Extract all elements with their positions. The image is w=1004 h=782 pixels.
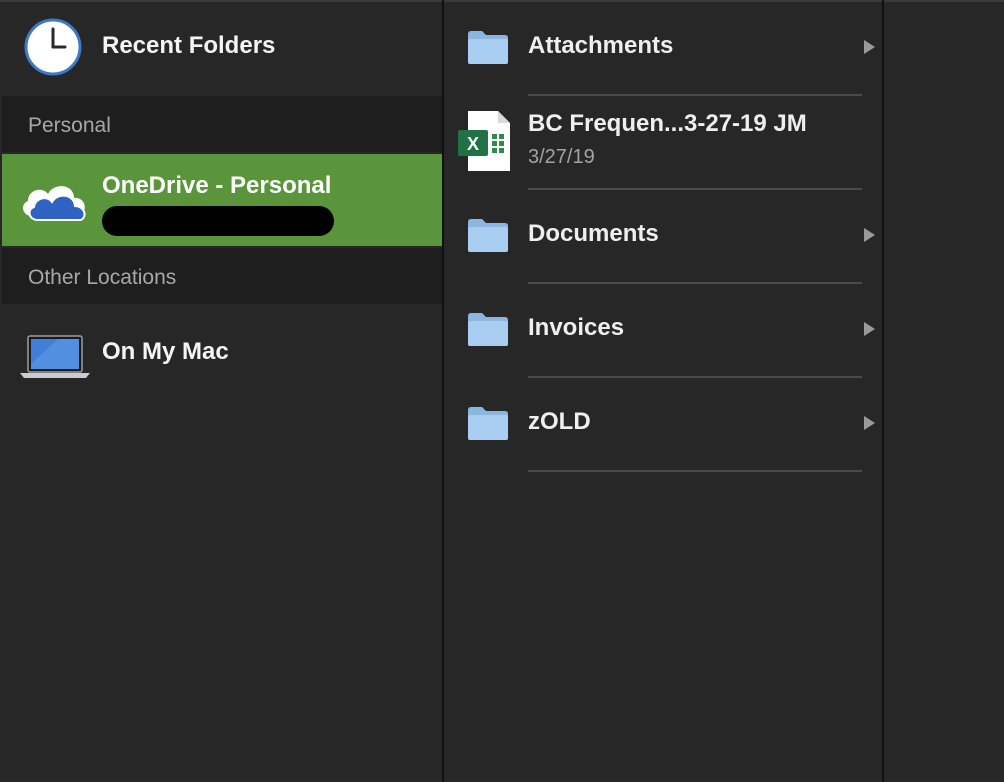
- chevron-right-icon: [864, 228, 875, 242]
- item-date: 3/27/19: [528, 146, 595, 168]
- excel-file-icon: X: [458, 111, 510, 171]
- folder-icon: [468, 313, 508, 346]
- section-header-other-locations: Other Locations: [2, 248, 442, 304]
- redacted-account: [102, 206, 334, 236]
- on-my-mac-label: On My Mac: [102, 338, 229, 365]
- row-separator: [528, 282, 862, 284]
- folder-icon: [468, 219, 508, 252]
- folder-row-invoices[interactable]: Invoices: [444, 296, 882, 378]
- folder-row-zold[interactable]: zOLD: [444, 390, 882, 472]
- item-label: Invoices: [528, 314, 625, 341]
- folder-row-attachments[interactable]: Attachments: [444, 14, 882, 96]
- section-header-personal: Personal: [2, 96, 442, 152]
- sidebar-item-onedrive-personal[interactable]: OneDrive - Personal: [2, 154, 442, 246]
- laptop-icon: [20, 335, 90, 378]
- recent-folders-label: Recent Folders: [102, 32, 276, 59]
- folder-row-documents[interactable]: Documents: [444, 202, 882, 284]
- onedrive-label: OneDrive - Personal: [102, 172, 332, 199]
- section-label: Personal: [28, 114, 111, 137]
- svg-text:X: X: [467, 134, 479, 154]
- chevron-right-icon: [864, 322, 875, 336]
- clock-icon: [24, 18, 82, 76]
- item-label: Documents: [528, 220, 659, 247]
- folder-icon: [468, 407, 508, 440]
- empty-browse-column: [884, 2, 1004, 782]
- onedrive-cloud-icon: [23, 186, 86, 221]
- chevron-right-icon: [864, 40, 875, 54]
- chevron-right-icon: [864, 416, 875, 430]
- item-label: zOLD: [528, 408, 591, 435]
- row-separator: [528, 188, 862, 190]
- row-separator: [528, 376, 862, 378]
- item-label: Attachments: [528, 32, 674, 59]
- section-label: Other Locations: [28, 266, 177, 289]
- file-row-bc-frequency[interactable]: X BC Frequen...3-27-19 JM 3/27/19: [444, 96, 882, 190]
- item-label: BC Frequen...3-27-19 JM: [528, 110, 807, 137]
- sidebar-item-on-my-mac[interactable]: On My Mac: [2, 320, 442, 390]
- row-separator: [528, 470, 862, 472]
- folder-icon: [468, 31, 508, 64]
- sidebar-item-recent-folders[interactable]: Recent Folders: [2, 14, 442, 80]
